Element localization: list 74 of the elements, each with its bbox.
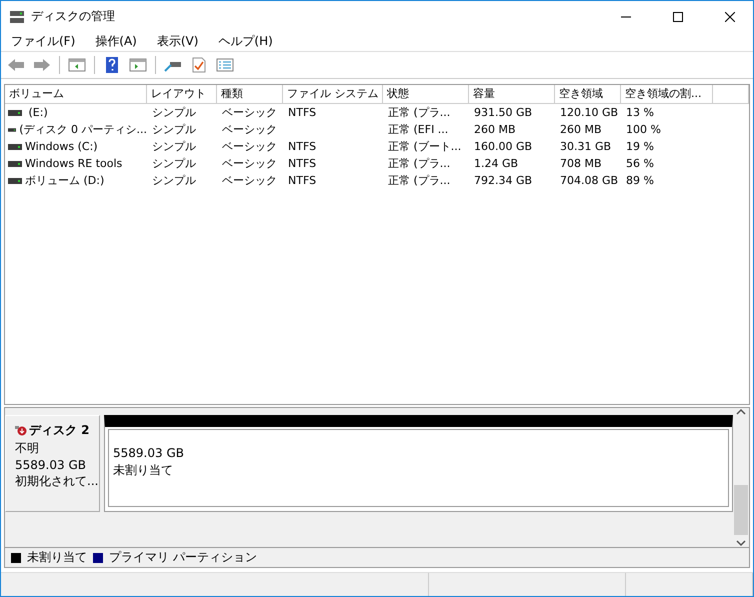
table-cell: 160.00 GB [474, 139, 532, 154]
table-cell: 100 % [626, 122, 661, 137]
column-header[interactable]: ボリューム [5, 85, 147, 104]
table-cell: 704.08 GB [560, 173, 618, 188]
column-header[interactable]: レイアウト [147, 85, 217, 104]
disk-name: ディスク 2 [29, 422, 90, 439]
table-cell: シンプル [152, 139, 196, 154]
table-cell: ベーシック [222, 139, 277, 154]
column-header[interactable]: 種類 [217, 85, 283, 104]
table-cell: 792.34 GB [474, 173, 532, 188]
table-cell: ベーシック [222, 173, 277, 188]
drive-icon [8, 176, 22, 184]
table-cell: 89 % [626, 173, 654, 188]
table-cell: 1.24 GB [474, 156, 518, 171]
table-cell: NTFS [288, 173, 316, 188]
close-icon [725, 12, 735, 22]
column-header[interactable]: 容量 [469, 85, 555, 104]
drive-icon [8, 108, 22, 116]
volume-name[interactable]: ボリューム (D:) [25, 173, 104, 188]
table-cell: NTFS [288, 105, 316, 120]
column-header[interactable]: ファイル システム [283, 85, 383, 104]
maximize-icon [673, 12, 683, 22]
table-cell: 19 % [626, 139, 654, 154]
disk-management-icon [9, 10, 25, 24]
table-cell: 120.10 GB [560, 105, 618, 120]
table-cell: シンプル [152, 173, 196, 188]
drive-icon [8, 142, 22, 150]
scrollbar-thumb[interactable] [734, 485, 748, 535]
window-title: ディスクの管理 [31, 8, 116, 25]
table-cell: 正常 (プラ... [388, 105, 450, 120]
disk-status: 不明 [15, 440, 40, 457]
table-cell: NTFS [288, 139, 316, 154]
table-cell: 708 MB [560, 156, 602, 171]
table-cell: 260 MB [474, 122, 516, 137]
table-cell: 931.50 GB [474, 105, 532, 120]
table-cell: 正常 (ブート... [388, 139, 462, 154]
table-cell: 260 MB [560, 122, 602, 137]
drive-icon [8, 126, 16, 134]
menu-item[interactable]: 操作(A) [85, 33, 147, 50]
volume-name[interactable]: (E:) [25, 105, 48, 120]
legend-label: プライマリ パーティション [109, 549, 257, 566]
disk-state: 初期化されて... [15, 473, 99, 490]
disk-size: 5589.03 GB [15, 458, 87, 472]
unallocated-partition[interactable]: 5589.03 GB 未割り当て [104, 415, 733, 511]
table-cell: ベーシック [222, 156, 277, 171]
volume-name[interactable]: (ディスク 0 パーティシ... [19, 122, 147, 137]
volume-name[interactable]: Windows (C:) [25, 139, 98, 154]
column-header[interactable]: 空き領域 [555, 85, 621, 104]
table-cell: シンプル [152, 122, 196, 137]
table-cell: シンプル [152, 156, 196, 171]
column-header[interactable]: 空き領域の割... [621, 85, 713, 104]
table-cell: 30.31 GB [560, 139, 612, 154]
table-cell: 13 % [626, 105, 654, 120]
menu-item[interactable]: 表示(V) [146, 33, 208, 50]
table-cell: シンプル [152, 105, 196, 120]
disk-info-panel[interactable]: ディスク 2 不明 5589.03 GB 初期化されて... [5, 415, 100, 512]
column-header[interactable]: 状態 [383, 85, 469, 104]
drive-icon [8, 160, 22, 168]
scroll-up-icon[interactable] [736, 408, 746, 416]
menu-item[interactable]: ファイル(F) [1, 33, 86, 50]
legend-label: 未割り当て [27, 549, 87, 566]
table-cell: 正常 (プラ... [388, 156, 450, 171]
volume-name[interactable]: Windows RE tools [25, 156, 122, 171]
table-cell: 正常 (プラ... [388, 173, 450, 188]
scroll-down-icon[interactable] [736, 539, 746, 547]
error-disk-icon [15, 426, 27, 436]
table-cell: 56 % [626, 156, 654, 171]
table-cell: ベーシック [222, 105, 277, 120]
table-cell: 正常 (EFI ... [388, 122, 448, 137]
table-cell: NTFS [288, 156, 316, 171]
partition-size: 5589.03 GB [113, 446, 185, 460]
menu-item[interactable]: ヘルプ(H) [208, 33, 283, 50]
partition-label: 未割り当て [113, 462, 174, 479]
table-cell: ベーシック [222, 122, 277, 137]
